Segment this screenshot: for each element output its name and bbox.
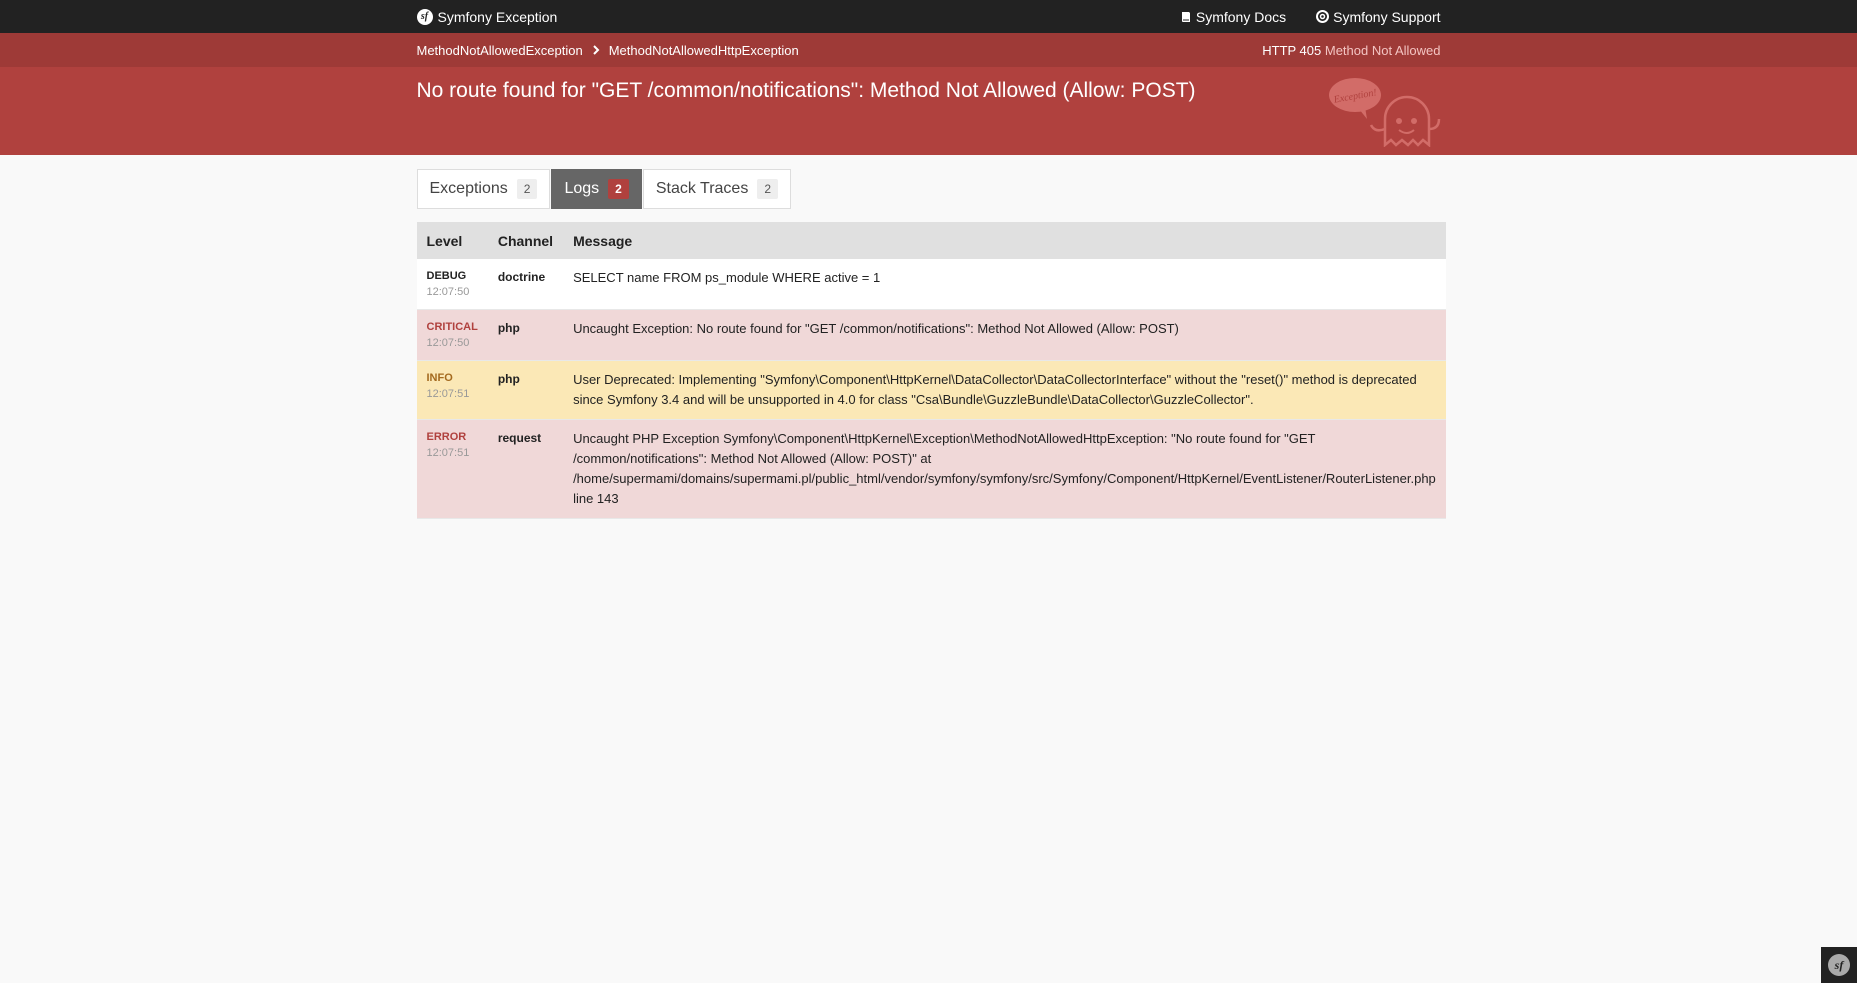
tab-label: Logs <box>564 180 600 197</box>
log-time: 12:07:50 <box>426 337 470 349</box>
log-message: Uncaught Exception: No route found for "… <box>563 309 1446 361</box>
log-channel: request <box>487 419 564 519</box>
column-header-level: Level <box>416 222 488 259</box>
table-row: DEBUG 12:07:50 doctrine SELECT name FROM … <box>416 259 1446 310</box>
exception-message: No route found for "GET /common/notifica… <box>416 79 1196 102</box>
log-channel: doctrine <box>487 259 564 310</box>
book-icon <box>1181 11 1190 22</box>
breadcrumb-item[interactable]: MethodNotAllowedHttpException <box>609 43 799 58</box>
tab-label: Stack Traces <box>655 180 749 197</box>
brand-title: Symfony Exception <box>437 8 558 25</box>
symfony-logo-icon: sf <box>416 8 433 25</box>
symfony-docs-link[interactable]: Symfony Docs <box>1180 9 1286 25</box>
log-time: 12:07:51 <box>426 447 470 459</box>
brand[interactable]: sf Symfony Exception <box>416 8 558 25</box>
exception-breadcrumb: MethodNotAllowedException MethodNotAllow… <box>417 43 799 58</box>
log-channel: php <box>487 309 564 361</box>
log-message: User Deprecated: Implementing "Symfony\C… <box>563 360 1446 420</box>
exception-header: MethodNotAllowedException MethodNotAllow… <box>0 33 1857 155</box>
log-level: ERROR <box>426 431 467 443</box>
http-status-text: Method Not Allowed <box>1324 42 1441 58</box>
symfony-support-link[interactable]: Symfony Support <box>1316 8 1441 25</box>
symfony-support-label: Symfony Support <box>1333 8 1441 25</box>
top-bar: sf Symfony Exception Symfony Docs Symfon… <box>0 0 1857 33</box>
tab-count-badge: 2 <box>757 179 779 199</box>
table-row: ERROR 12:07:51 request Uncaught PHP Excep… <box>416 419 1446 519</box>
tab-bar: Exceptions 2 Logs 2 Stack Traces 2 <box>416 169 1441 209</box>
logs-header-row: Level Channel Message <box>416 222 1446 259</box>
symfony-logo-icon: sf <box>1828 954 1850 976</box>
chevron-right-icon <box>593 43 600 58</box>
log-time: 12:07:50 <box>426 286 470 298</box>
symfony-toolbar-toggle[interactable]: sf <box>1821 947 1857 983</box>
symfony-docs-label: Symfony Docs <box>1195 8 1287 25</box>
log-level: INFO <box>426 372 453 384</box>
breadcrumb-item[interactable]: MethodNotAllowedException <box>417 43 583 58</box>
log-message: SELECT name FROM ps_module WHERE active … <box>563 259 1446 310</box>
table-row: INFO 12:07:51 php User Deprecated: Implem… <box>416 360 1446 420</box>
table-row: CRITICAL 12:07:50 php Uncaught Exception:… <box>416 309 1446 361</box>
lifebuoy-icon <box>1316 10 1330 23</box>
ghost-icon: Exception! <box>1328 77 1441 152</box>
tab-exceptions[interactable]: Exceptions 2 <box>416 169 551 209</box>
http-status-code: HTTP 405 <box>1262 42 1322 58</box>
column-header-message: Message <box>563 222 1446 259</box>
tab-label: Exceptions <box>429 180 508 197</box>
log-time: 12:07:51 <box>426 388 470 400</box>
column-header-channel: Channel <box>487 222 564 259</box>
log-level: DEBUG <box>426 270 467 282</box>
log-level: CRITICAL <box>426 321 478 333</box>
logs-table: Level Channel Message DEBUG 12:07:50 doct… <box>416 222 1446 519</box>
log-message: Uncaught PHP Exception Symfony\Component… <box>563 419 1446 519</box>
tab-count-badge: 2 <box>516 179 538 199</box>
tab-logs[interactable]: Logs 2 <box>551 169 642 209</box>
http-status: HTTP 405 Method Not Allowed <box>1262 43 1440 58</box>
log-channel: php <box>487 360 564 420</box>
tab-count-badge: 2 <box>608 179 629 199</box>
tab-stack-traces[interactable]: Stack Traces 2 <box>642 169 792 209</box>
